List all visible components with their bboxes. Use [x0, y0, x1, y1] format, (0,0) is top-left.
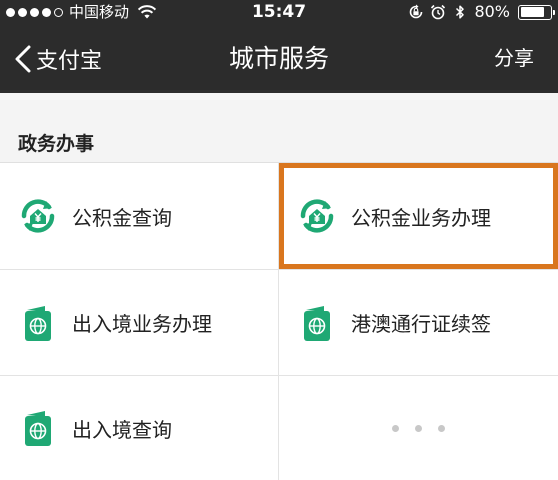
- rotation-lock-icon: [410, 4, 423, 19]
- battery-icon: [518, 4, 555, 20]
- city-services-screen: 中国移动 15:47 80% 支付宝 城市服务 分享 政务办事 公积金查询 公积…: [0, 0, 558, 480]
- battery-percent: 80%: [474, 2, 510, 21]
- service-hk-macau-permit-renewal[interactable]: 港澳通行证续签: [279, 270, 558, 376]
- status-bar: 中国移动 15:47 80%: [0, 0, 558, 24]
- service-exit-entry-query[interactable]: 出入境查询: [0, 376, 279, 480]
- service-label: 港澳通行证续签: [351, 312, 491, 336]
- nav-bar: 支付宝 城市服务 分享: [0, 24, 558, 93]
- service-label: 出入境查询: [72, 417, 172, 442]
- service-label: 出入境业务办理: [72, 312, 212, 336]
- alarm-icon: [431, 4, 446, 20]
- passport-icon: [304, 305, 330, 341]
- service-housing-fund-query[interactable]: 公积金查询: [0, 163, 279, 270]
- more-services-button[interactable]: [279, 376, 558, 480]
- housing-fund-icon: [300, 199, 334, 233]
- section-header: 政务办事: [0, 93, 558, 163]
- status-right: 80%: [408, 0, 555, 24]
- housing-fund-icon: [21, 199, 55, 233]
- top-bar: 中国移动 15:47 80% 支付宝 城市服务 分享: [0, 0, 558, 93]
- service-grid: 公积金查询 公积金业务办理 出入境业务办理 港澳通行证续签 出入境查询: [0, 163, 558, 480]
- service-exit-entry-business[interactable]: 出入境业务办理: [0, 270, 279, 376]
- more-dots-icon: [279, 424, 558, 432]
- passport-icon: [25, 411, 51, 446]
- page-title: 城市服务: [228, 44, 329, 73]
- service-label: 公积金查询: [72, 205, 172, 230]
- section-title: 政务办事: [18, 133, 95, 155]
- service-label: 公积金业务办理: [351, 205, 491, 230]
- bluetooth-icon: [456, 5, 465, 19]
- service-housing-fund-business[interactable]: 公积金业务办理: [279, 163, 558, 270]
- share-button[interactable]: 分享: [494, 24, 534, 93]
- passport-icon: [25, 305, 51, 341]
